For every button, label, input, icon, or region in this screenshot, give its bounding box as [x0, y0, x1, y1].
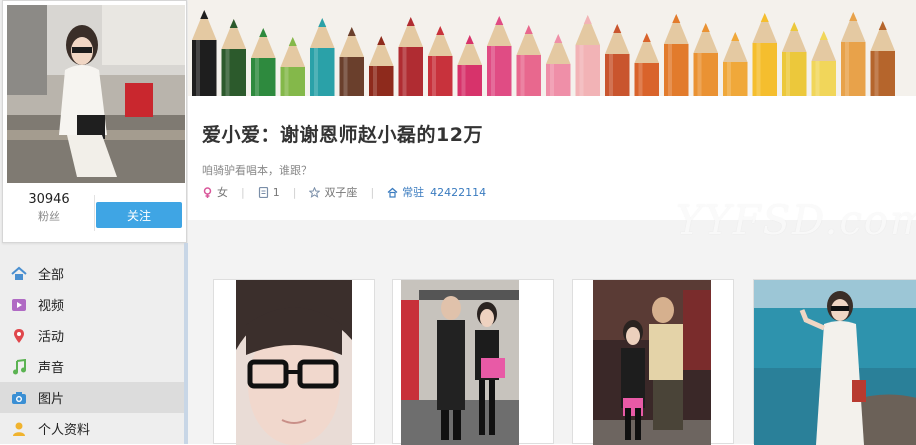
- sidebar-item-label: 个人资料: [38, 423, 91, 438]
- resident-id[interactable]: 42422114: [430, 186, 486, 199]
- resident-info[interactable]: 常驻 42422114: [387, 184, 486, 200]
- resident-label[interactable]: 常驻: [402, 184, 424, 200]
- photo-thumbnail[interactable]: [753, 279, 916, 445]
- sidebar-item-label: 活动: [38, 330, 65, 345]
- photo-thumbnail[interactable]: [572, 279, 734, 445]
- star-icon: [309, 186, 321, 198]
- divider: [94, 195, 95, 231]
- page-title: 爱小爱：谢谢恩师赵小磊的12万: [202, 124, 483, 146]
- gender-info: 女: [202, 184, 228, 200]
- sidebar-item-label: 全部: [38, 268, 65, 283]
- photo-thumbnail[interactable]: [213, 279, 375, 445]
- profile-meta: 女 | 1 | 双子座 | 常驻 42422114: [202, 184, 486, 200]
- female-icon: [202, 186, 213, 198]
- followers-count: 30946: [28, 192, 70, 207]
- sidebar-item-events[interactable]: 活动: [0, 320, 184, 351]
- gender-text: 女: [217, 186, 228, 199]
- divider: |: [241, 185, 245, 199]
- left-sidebar: 30946 粉丝 关注 全部 视频 活动 声音 图片 个人资料: [0, 0, 188, 444]
- sidebar-item-video[interactable]: 视频: [0, 289, 184, 320]
- main-content: 爱小爱：谢谢恩师赵小磊的12万 咱骑驴看唱本，谁跟？ 女 | 1 | 双子座 |…: [188, 0, 916, 445]
- zodiac-text: 双子座: [324, 186, 358, 199]
- profile-card: 30946 粉丝 关注: [2, 0, 187, 243]
- camera-icon: [10, 389, 28, 407]
- count-info: 1: [258, 186, 280, 199]
- followers-label: 粉丝: [38, 210, 60, 223]
- sidebar-item-all[interactable]: 全部: [0, 258, 184, 289]
- sidebar-item-photos[interactable]: 图片: [0, 382, 184, 413]
- photo-grid: [213, 279, 916, 445]
- document-icon: [258, 186, 269, 198]
- cover-banner: [188, 0, 916, 96]
- photo-thumbnail[interactable]: [392, 279, 554, 445]
- follow-button[interactable]: 关注: [96, 202, 182, 228]
- sidebar-item-label: 图片: [38, 392, 65, 407]
- sidebar-item-label: 视频: [38, 299, 65, 314]
- avatar[interactable]: [7, 5, 185, 183]
- count-text: 1: [272, 185, 280, 199]
- divider: |: [292, 185, 297, 199]
- bio-text: 咱骑驴看唱本，谁跟？: [202, 164, 312, 177]
- sidebar-nav: 全部 视频 活动 声音 图片 个人资料: [0, 258, 184, 444]
- location-pin-icon: [10, 327, 28, 345]
- zodiac-info: 双子座: [309, 184, 357, 200]
- music-note-icon: [10, 358, 28, 376]
- home-icon: [387, 187, 398, 198]
- sidebar-item-profile[interactable]: 个人资料: [0, 413, 184, 444]
- followers-stat[interactable]: 30946 粉丝: [3, 191, 95, 225]
- divider: |: [370, 185, 375, 199]
- sidebar-item-audio[interactable]: 声音: [0, 351, 184, 382]
- sidebar-item-label: 声音: [38, 361, 65, 376]
- person-icon: [10, 420, 28, 438]
- watermark: YYFSD.com: [676, 198, 916, 244]
- video-icon: [10, 296, 28, 314]
- home-icon: [10, 265, 28, 283]
- colored-pencils-image: [192, 10, 895, 96]
